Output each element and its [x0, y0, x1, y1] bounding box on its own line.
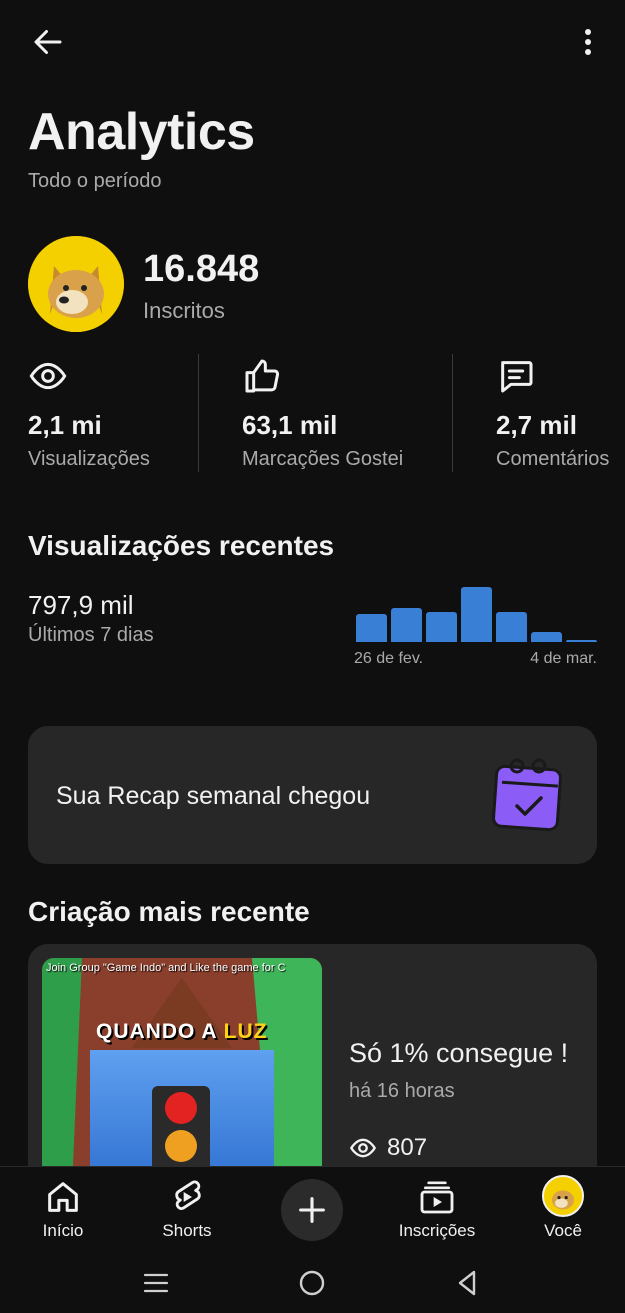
subscriber-count: 16.848: [143, 248, 260, 290]
doge-avatar-icon: [28, 236, 124, 332]
thumbnail-caption-a: QUANDO A: [96, 1020, 217, 1043]
chart-bar: [461, 587, 492, 642]
period-subtitle: Todo o período: [28, 170, 162, 192]
stat-views-value: 2,1 mi: [28, 410, 102, 440]
thumbnail-image: [42, 958, 322, 1184]
recent-views-period: Últimos 7 dias: [28, 624, 154, 646]
subscriber-label: Inscritos: [143, 298, 225, 323]
nav-shorts-label: Shorts: [162, 1221, 212, 1240]
page-title: Analytics: [28, 103, 255, 161]
thumbnail-caption: QUANDO A LUZ: [96, 1020, 267, 1044]
thumbs-up-icon: [245, 359, 280, 393]
video-thumbnail[interactable]: Join Group "Game Indo" and Like the game…: [42, 958, 322, 1184]
doge-avatar-icon: [544, 1177, 582, 1215]
top-bar: [0, 0, 625, 84]
recents-menu-icon[interactable]: [141, 1268, 171, 1298]
chart-bar: [356, 614, 387, 642]
recap-text: Sua Recap semanal chegou: [56, 782, 371, 810]
nav-subscriptions-label: Inscrições: [398, 1221, 476, 1240]
eye-icon: [29, 362, 67, 390]
latest-video-card[interactable]: Join Group "Game Indo" and Like the game…: [28, 944, 597, 1184]
subscriptions-icon: [420, 1181, 454, 1214]
avatar: [542, 1175, 584, 1217]
plus-icon: [299, 1197, 325, 1223]
weekly-recap-card[interactable]: Sua Recap semanal chegou: [28, 726, 597, 864]
home-circle-icon[interactable]: [297, 1268, 327, 1298]
arrow-left-icon: [34, 30, 62, 54]
back-triangle-icon[interactable]: [452, 1268, 482, 1298]
back-button[interactable]: [26, 20, 70, 64]
calendar-check-icon: [492, 758, 562, 832]
create-button[interactable]: [281, 1179, 343, 1241]
channel-avatar: [28, 236, 124, 332]
shorts-icon: [175, 1180, 201, 1210]
video-title: Só 1% consegue !: [349, 1038, 569, 1068]
stat-likes-label: Marcações Gostei: [242, 448, 404, 470]
bottom-nav: Início Shorts Inscrições Você: [0, 1166, 625, 1248]
thumbnail-caption-b: LUZ: [223, 1020, 268, 1043]
chart-bar: [566, 640, 597, 642]
divider: [198, 354, 199, 472]
nav-you-label: Você: [544, 1221, 582, 1240]
thumbnail-banner-text: Join Group "Game Indo" and Like the game…: [46, 962, 286, 974]
stat-comments-value: 2,7 mil: [496, 410, 577, 440]
divider: [452, 354, 453, 472]
latest-creation-title: Criação mais recente: [28, 896, 310, 927]
nav-home[interactable]: Início: [8, 1167, 118, 1249]
comment-icon: [501, 361, 533, 393]
home-icon: [48, 1182, 78, 1212]
chart-bar: [531, 632, 562, 642]
stat-comments-label: Comentários: [496, 448, 610, 470]
chart-axis-end: 4 de mar.: [530, 650, 597, 667]
eye-icon: [349, 1138, 377, 1158]
video-age: há 16 horas: [349, 1080, 455, 1102]
nav-subscriptions[interactable]: Inscrições: [382, 1167, 492, 1249]
chart-bar: [391, 608, 422, 642]
stat-views-label: Visualizações: [28, 448, 150, 470]
nav-home-label: Início: [42, 1221, 84, 1240]
chart-bar: [496, 612, 527, 642]
more-options-button[interactable]: [573, 20, 603, 64]
stats-row: 2,1 mi Visualizações 63,1 mil Marcações …: [0, 352, 625, 474]
nav-you[interactable]: Você: [508, 1167, 618, 1249]
video-views: 807: [387, 1134, 428, 1161]
recent-views-value: 797,9 mil: [28, 590, 134, 620]
system-nav-bar: [0, 1250, 625, 1313]
chart-bar: [426, 612, 457, 642]
recent-views-chart[interactable]: 26 de fev. 4 de mar.: [350, 580, 600, 670]
nav-shorts[interactable]: Shorts: [132, 1167, 242, 1249]
stat-likes-value: 63,1 mil: [242, 410, 338, 440]
chart-axis-start: 26 de fev.: [354, 650, 424, 667]
recent-views-title: Visualizações recentes: [28, 530, 335, 561]
more-vertical-icon: [585, 29, 591, 55]
